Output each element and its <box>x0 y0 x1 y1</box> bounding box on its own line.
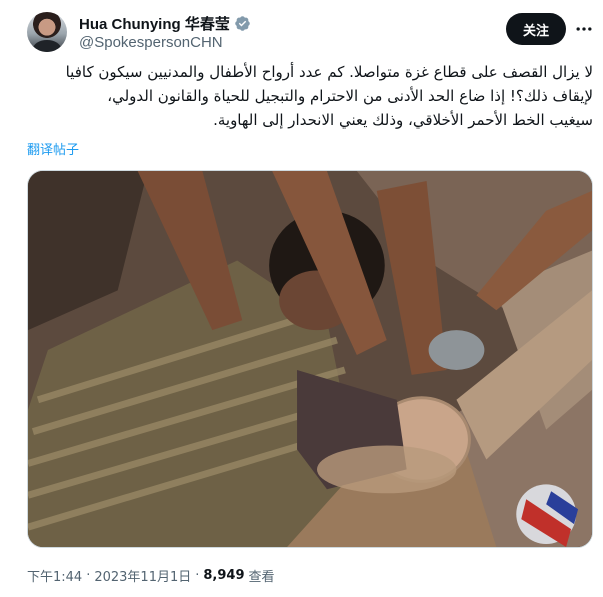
more-dots-icon <box>576 27 592 31</box>
tweet-text-line: لا يزال القصف على قطاع غزة متواصلا. كم ع… <box>65 63 593 81</box>
rescue-scene-illustration <box>28 171 592 547</box>
tweet-text-line: سيغيب الخط الأحمر الأخلاقي، وذلك يعني ال… <box>213 111 593 129</box>
meta-separator: · <box>86 567 91 583</box>
follow-button[interactable]: 关注 <box>506 13 566 45</box>
views-count: 8,949 <box>203 567 245 583</box>
author-handle[interactable]: @SpokespersonCHN <box>79 34 223 51</box>
verified-badge-icon <box>235 15 250 31</box>
post-time[interactable]: 下午1:44 <box>27 566 82 585</box>
avatar[interactable] <box>27 12 67 52</box>
tweet-meta: 下午1:44 · 2023年11月1日 · 8,949 查看 <box>27 565 275 585</box>
tweet-photo[interactable] <box>27 170 593 548</box>
meta-separator: · <box>195 567 200 583</box>
translate-post-link[interactable]: 翻译帖子 <box>27 139 79 158</box>
tweet-text-line: لإيقاف ذلك؟! إذا ضاع الحد الأدنى من الاح… <box>107 87 593 105</box>
author-name-row: Hua Chunying 华春莹 <box>79 13 251 33</box>
tweet-text: لا يزال القصف على قطاع غزة متواصلا. كم ع… <box>27 60 593 132</box>
author-display-name[interactable]: Hua Chunying 华春莹 <box>79 13 230 34</box>
avatar-shoulders <box>33 40 61 52</box>
views-label: 查看 <box>248 569 275 585</box>
more-options-button[interactable] <box>572 17 596 41</box>
tweet-card: Hua Chunying 华春莹 @SpokespersonCHN 关注 لا … <box>0 0 603 597</box>
post-date[interactable]: 2023年11月1日 <box>94 566 191 585</box>
